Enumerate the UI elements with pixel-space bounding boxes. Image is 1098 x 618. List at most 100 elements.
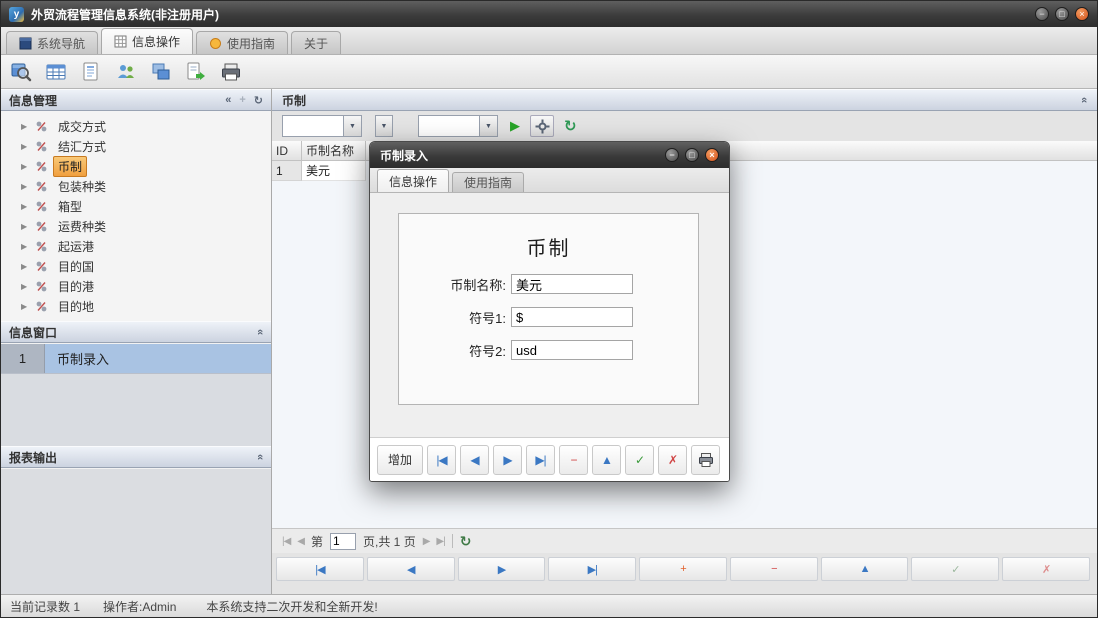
tree-item-currency[interactable]: ▶ 币制 bbox=[1, 156, 271, 176]
tree-item-label[interactable]: 起运港 bbox=[53, 236, 99, 257]
refresh-grid-button[interactable]: ↻ bbox=[564, 117, 577, 135]
tree-item-label[interactable]: 成交方式 bbox=[53, 116, 111, 137]
export-button[interactable] bbox=[183, 59, 209, 85]
column-header-id[interactable]: ID bbox=[272, 141, 302, 160]
column-header-name[interactable]: 币制名称 bbox=[302, 141, 366, 160]
refresh-icon[interactable]: ↻ bbox=[254, 94, 263, 107]
collapse-content-icon[interactable]: « bbox=[1078, 97, 1090, 103]
expand-arrow-icon[interactable]: ▶ bbox=[21, 162, 30, 171]
prev-record-button[interactable]: ◀ bbox=[460, 445, 489, 475]
last-record-button[interactable]: ▶| bbox=[526, 445, 555, 475]
dialog-maximize-button[interactable]: □ bbox=[685, 148, 699, 162]
tree-item-destination-port[interactable]: ▶ 目的港 bbox=[1, 276, 271, 296]
expand-arrow-icon[interactable]: ▶ bbox=[21, 122, 30, 131]
expand-arrow-icon[interactable]: ▶ bbox=[21, 222, 30, 231]
next-record-button[interactable]: ▶ bbox=[493, 445, 522, 475]
collapse-panel-icon[interactable]: « bbox=[254, 329, 266, 335]
edit-record-button[interactable]: ▲ bbox=[592, 445, 621, 475]
dialog-tab-info-operation[interactable]: 信息操作 bbox=[377, 169, 449, 192]
users-button[interactable] bbox=[113, 59, 139, 85]
dropdown-icon[interactable]: ▼ bbox=[344, 115, 362, 137]
filter-field-input[interactable] bbox=[282, 115, 344, 137]
first-record-button[interactable]: |◀ bbox=[276, 557, 364, 581]
expand-arrow-icon[interactable]: ▶ bbox=[21, 302, 30, 311]
dialog-close-button[interactable]: × bbox=[705, 148, 719, 162]
expand-arrow-icon[interactable]: ▶ bbox=[21, 142, 30, 151]
collapse-sidebar-icon[interactable]: « bbox=[225, 94, 231, 106]
tab-system-nav[interactable]: 系统导航 bbox=[6, 31, 98, 54]
expand-arrow-icon[interactable]: ▶ bbox=[21, 182, 30, 191]
maximize-button[interactable]: □ bbox=[1055, 7, 1069, 21]
filter-settings-button[interactable] bbox=[530, 115, 554, 137]
symbol-2-input[interactable] bbox=[511, 340, 633, 360]
cancel-button[interactable]: ✗ bbox=[1002, 557, 1090, 581]
last-record-button[interactable]: ▶| bbox=[548, 557, 636, 581]
dialog-tab-user-guide[interactable]: 使用指南 bbox=[452, 172, 524, 192]
next-page-icon[interactable]: ▶ bbox=[423, 536, 430, 547]
last-page-icon[interactable]: ▶| bbox=[436, 536, 444, 547]
list-item-currency-entry[interactable]: 1 币制录入 bbox=[1, 344, 271, 374]
first-page-icon[interactable]: |◀ bbox=[282, 536, 290, 547]
tree-item-packing-type[interactable]: ▶ 包装种类 bbox=[1, 176, 271, 196]
tree-item-label[interactable]: 目的地 bbox=[53, 296, 99, 317]
currency-name-input[interactable] bbox=[511, 274, 633, 294]
tree-item-departure-port[interactable]: ▶ 起运港 bbox=[1, 236, 271, 256]
cell-id[interactable]: 1 bbox=[272, 161, 302, 181]
tree-item-destination-country[interactable]: ▶ 目的国 bbox=[1, 256, 271, 276]
tree-item-label[interactable]: 目的港 bbox=[53, 276, 99, 297]
windows-button[interactable] bbox=[148, 59, 174, 85]
list-item-label[interactable]: 币制录入 bbox=[45, 344, 271, 373]
tree-item-destination[interactable]: ▶ 目的地 bbox=[1, 296, 271, 316]
document-button[interactable] bbox=[78, 59, 104, 85]
expand-arrow-icon[interactable]: ▶ bbox=[21, 262, 30, 271]
dialog-title-bar[interactable]: 币制录入 − □ × bbox=[370, 142, 729, 168]
report-output-panel-header[interactable]: 报表输出 « bbox=[1, 446, 271, 468]
tab-about[interactable]: 关于 bbox=[291, 31, 341, 54]
add-icon[interactable]: + bbox=[239, 94, 245, 106]
filter-value-input[interactable] bbox=[418, 115, 480, 137]
cancel-button[interactable]: ✗ bbox=[658, 445, 687, 475]
next-record-button[interactable]: ▶ bbox=[458, 557, 546, 581]
expand-arrow-icon[interactable]: ▶ bbox=[21, 202, 30, 211]
tree-item-deal-method[interactable]: ▶ 成交方式 bbox=[1, 116, 271, 136]
prev-page-icon[interactable]: ◀ bbox=[297, 536, 304, 547]
page-number-input[interactable] bbox=[330, 533, 356, 550]
table-view-button[interactable] bbox=[43, 59, 69, 85]
tree-item-label[interactable]: 目的国 bbox=[53, 256, 99, 277]
filter-operator-dropdown-icon[interactable]: ▼ bbox=[375, 115, 393, 137]
tab-user-guide[interactable]: 使用指南 bbox=[196, 31, 288, 54]
delete-record-button[interactable]: − bbox=[730, 557, 818, 581]
info-management-panel-header[interactable]: 信息管理 « + ↻ bbox=[1, 89, 271, 111]
close-button[interactable]: × bbox=[1075, 7, 1089, 21]
minimize-button[interactable]: − bbox=[1035, 7, 1049, 21]
add-record-button[interactable]: + bbox=[639, 557, 727, 581]
collapse-panel-icon[interactable]: « bbox=[254, 454, 266, 460]
print-button[interactable] bbox=[691, 445, 720, 475]
tree-item-label-selected[interactable]: 币制 bbox=[53, 156, 87, 177]
add-button[interactable]: 增加 bbox=[377, 445, 423, 475]
tab-info-operation[interactable]: 信息操作 bbox=[101, 28, 193, 54]
tree-item-label[interactable]: 运费种类 bbox=[53, 216, 111, 237]
expand-arrow-icon[interactable]: ▶ bbox=[21, 242, 30, 251]
expand-arrow-icon[interactable]: ▶ bbox=[21, 282, 30, 291]
search-button[interactable] bbox=[8, 59, 34, 85]
refresh-page-icon[interactable]: ↻ bbox=[460, 533, 472, 550]
tree-item-settlement-method[interactable]: ▶ 结汇方式 bbox=[1, 136, 271, 156]
run-filter-button[interactable]: ▶ bbox=[510, 118, 520, 134]
tree-item-label[interactable]: 箱型 bbox=[53, 196, 87, 217]
save-button[interactable]: ✓ bbox=[625, 445, 654, 475]
confirm-button[interactable]: ✓ bbox=[911, 557, 999, 581]
delete-record-button[interactable]: − bbox=[559, 445, 588, 475]
dropdown-icon[interactable]: ▼ bbox=[480, 115, 498, 137]
tree-item-label[interactable]: 结汇方式 bbox=[53, 136, 111, 157]
info-window-panel-header[interactable]: 信息窗口 « bbox=[1, 321, 271, 343]
prev-record-button[interactable]: ◀ bbox=[367, 557, 455, 581]
print-button[interactable] bbox=[218, 59, 244, 85]
cell-name[interactable]: 美元 bbox=[302, 161, 366, 181]
tree-item-container-type[interactable]: ▶ 箱型 bbox=[1, 196, 271, 216]
edit-record-button[interactable]: ▲ bbox=[821, 557, 909, 581]
tree-item-freight-type[interactable]: ▶ 运费种类 bbox=[1, 216, 271, 236]
tree-item-label[interactable]: 包装种类 bbox=[53, 176, 111, 197]
symbol-1-input[interactable] bbox=[511, 307, 633, 327]
dialog-minimize-button[interactable]: − bbox=[665, 148, 679, 162]
